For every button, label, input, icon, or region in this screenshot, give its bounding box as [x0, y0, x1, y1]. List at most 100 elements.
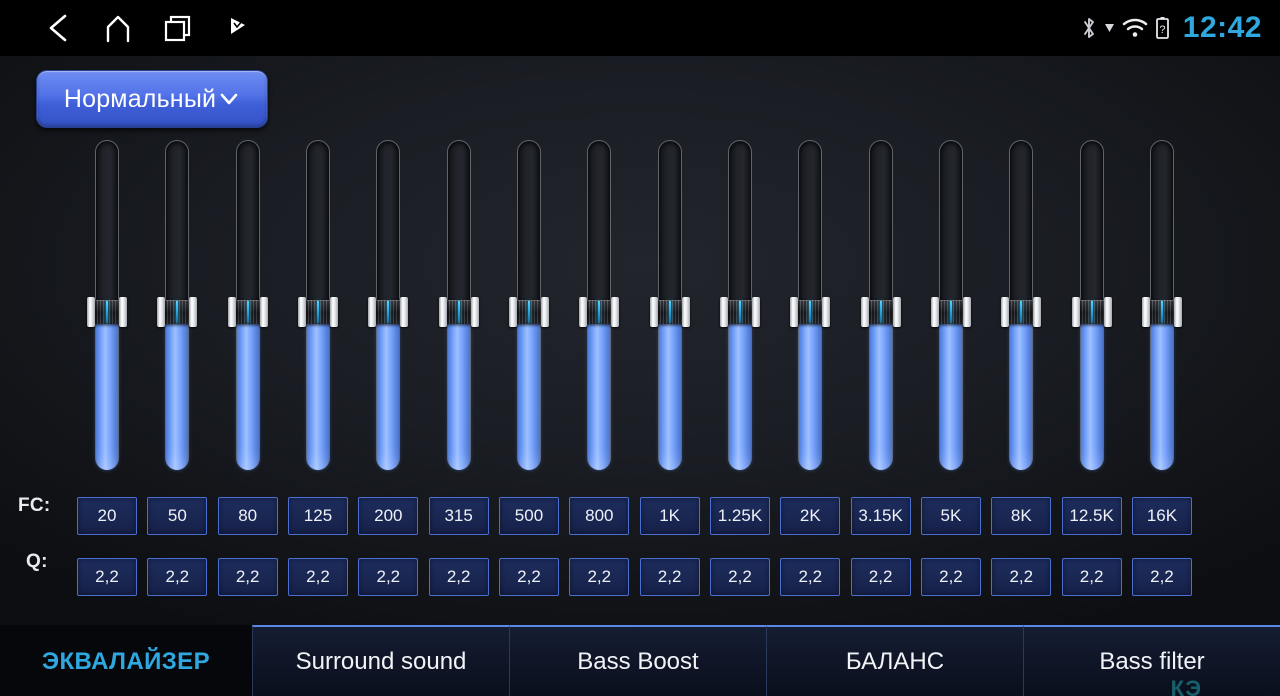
q-value-box[interactable]: 2,2	[569, 558, 630, 596]
equalizer-screen: ? 12:42 Нормальный 20 2,2 50 2,2 80 2,2 125 2,2…	[0, 0, 1280, 696]
tab-surround-sound[interactable]: Surround sound	[252, 625, 509, 696]
eq-slider-fill	[517, 312, 540, 470]
eq-slider-12.5K[interactable]	[1071, 140, 1112, 470]
tab-label: Surround sound	[295, 647, 467, 675]
tab-label: Bass Boost	[577, 647, 699, 675]
tab-label: БАЛАНС	[845, 647, 945, 675]
eq-slider-thumb[interactable]	[87, 297, 127, 327]
fc-value-box[interactable]: 16K	[1131, 497, 1192, 535]
eq-slider-thumb-cap-left	[719, 297, 728, 327]
eq-slider-fill	[658, 312, 681, 470]
eq-slider-thumb[interactable]	[719, 297, 760, 327]
q-value-box[interactable]: 2,2	[991, 558, 1052, 596]
eq-slider-80[interactable]	[227, 140, 268, 470]
eq-slider-thumb-cap-left	[790, 297, 799, 327]
eq-slider-thumb[interactable]	[297, 297, 338, 327]
eq-slider-1K[interactable]	[649, 140, 690, 470]
eq-slider-thumb[interactable]	[930, 297, 971, 327]
eq-slider-thumb-indicator	[527, 301, 530, 323]
fc-value-box[interactable]: 12.5K	[1061, 497, 1122, 535]
fc-value-box[interactable]: 200	[358, 497, 419, 535]
fc-value-box[interactable]: 5K	[920, 497, 981, 535]
fc-value-box[interactable]: 3.15K	[850, 497, 911, 535]
eq-slider-thumb-cap-right	[540, 297, 549, 327]
eq-slider-fill	[939, 312, 962, 470]
eq-slider-thumb-cap-left	[1001, 297, 1010, 327]
fc-value-box[interactable]: 50	[147, 497, 208, 535]
eq-slider-50[interactable]	[157, 140, 198, 470]
eq-slider-200[interactable]	[368, 140, 409, 470]
q-value-box[interactable]: 2,2	[709, 558, 770, 596]
fc-value-box[interactable]: 2K	[780, 497, 841, 535]
tab-bass-filter[interactable]: Bass filter	[1023, 625, 1280, 696]
fc-value-box[interactable]: 500	[498, 497, 559, 535]
q-value-box[interactable]: 2,2	[850, 558, 911, 596]
eq-slider-2K[interactable]	[790, 140, 831, 470]
q-value-box[interactable]: 2,2	[77, 558, 137, 596]
eq-slider-thumb[interactable]	[790, 297, 831, 327]
eq-slider-fill	[166, 312, 189, 470]
eq-slider-thumb[interactable]	[157, 297, 198, 327]
tab-bass-boost[interactable]: Bass Boost	[509, 625, 766, 696]
eq-slider-thumb-indicator	[457, 301, 460, 323]
eq-slider-1.25K[interactable]	[719, 140, 760, 470]
eq-slider-thumb[interactable]	[579, 297, 620, 327]
eq-slider-thumb[interactable]	[227, 297, 268, 327]
q-value-box[interactable]: 2,2	[217, 558, 278, 596]
fc-value-box[interactable]: 125	[287, 497, 348, 535]
eq-slider-thumb[interactable]	[1071, 297, 1112, 327]
eq-slider-thumb-cap-left	[1141, 297, 1150, 327]
eq-slider-thumb[interactable]	[649, 297, 690, 327]
eq-slider-8K[interactable]	[1001, 140, 1042, 470]
eq-slider-125[interactable]	[297, 140, 338, 470]
eq-slider-thumb-indicator	[1020, 301, 1023, 323]
q-value-box[interactable]: 2,2	[639, 558, 700, 596]
eq-slider-315[interactable]	[438, 140, 479, 470]
eq-slider-3.15K[interactable]	[860, 140, 901, 470]
q-value-box[interactable]: 2,2	[498, 558, 559, 596]
eq-slider-thumb-cap-right	[119, 297, 127, 327]
eq-slider-thumb[interactable]	[508, 297, 549, 327]
eq-slider-thumb[interactable]	[438, 297, 479, 327]
q-value-box[interactable]: 2,2	[147, 558, 208, 596]
eq-slider-thumb-cap-right	[189, 297, 198, 327]
eq-slider-5K[interactable]	[930, 140, 971, 470]
eq-slider-thumb[interactable]	[1001, 297, 1042, 327]
eq-slider-thumb[interactable]	[368, 297, 409, 327]
fc-value-box[interactable]: 8K	[991, 497, 1052, 535]
eq-slider-500[interactable]	[508, 140, 549, 470]
eq-slider-thumb-cap-right	[259, 297, 268, 327]
tab-bar: ЭКВАЛАЙЗЕР Surround sound Bass Boost БАЛАНС…	[0, 625, 1280, 696]
fc-value-box[interactable]: 315	[428, 497, 489, 535]
q-value-box[interactable]: 2,2	[1061, 558, 1122, 596]
q-value-box[interactable]: 2,2	[358, 558, 419, 596]
eq-slider-16K[interactable]	[1141, 140, 1182, 470]
equalizer-bands: 20 2,2 50 2,2 80 2,2 125 2,2 200 2,2 315 2,2 500 2,2 8…	[0, 0, 1280, 696]
eq-slider-thumb-cap-left	[157, 297, 166, 327]
q-value-box[interactable]: 2,2	[287, 558, 348, 596]
eq-slider-thumb-cap-left	[579, 297, 588, 327]
q-value-box[interactable]: 2,2	[1131, 558, 1192, 596]
eq-slider-thumb-cap-right	[329, 297, 338, 327]
eq-slider-thumb-cap-right	[681, 297, 690, 327]
q-value-box[interactable]: 2,2	[780, 558, 841, 596]
eq-slider-thumb-indicator	[1160, 301, 1163, 323]
eq-slider-thumb-indicator	[176, 301, 179, 323]
eq-slider-thumb-indicator	[668, 301, 671, 323]
fc-value-box[interactable]: 80	[217, 497, 278, 535]
fc-value-box[interactable]: 1K	[639, 497, 700, 535]
q-value-box[interactable]: 2,2	[428, 558, 489, 596]
fc-value-box[interactable]: 1.25K	[709, 497, 770, 535]
eq-slider-800[interactable]	[579, 140, 620, 470]
eq-slider-fill	[306, 312, 329, 470]
eq-slider-thumb[interactable]	[1141, 297, 1182, 327]
q-value-box[interactable]: 2,2	[920, 558, 981, 596]
tab-баланс[interactable]: БАЛАНС	[766, 625, 1023, 696]
fc-value-box[interactable]: 800	[569, 497, 630, 535]
fc-value-box[interactable]: 20	[77, 497, 137, 535]
eq-slider-fill	[236, 312, 259, 470]
tab-эквалайзер[interactable]: ЭКВАЛАЙЗЕР	[0, 625, 252, 696]
eq-slider-thumb[interactable]	[860, 297, 901, 327]
eq-slider-20[interactable]	[87, 140, 127, 470]
eq-slider-thumb-cap-left	[930, 297, 939, 327]
